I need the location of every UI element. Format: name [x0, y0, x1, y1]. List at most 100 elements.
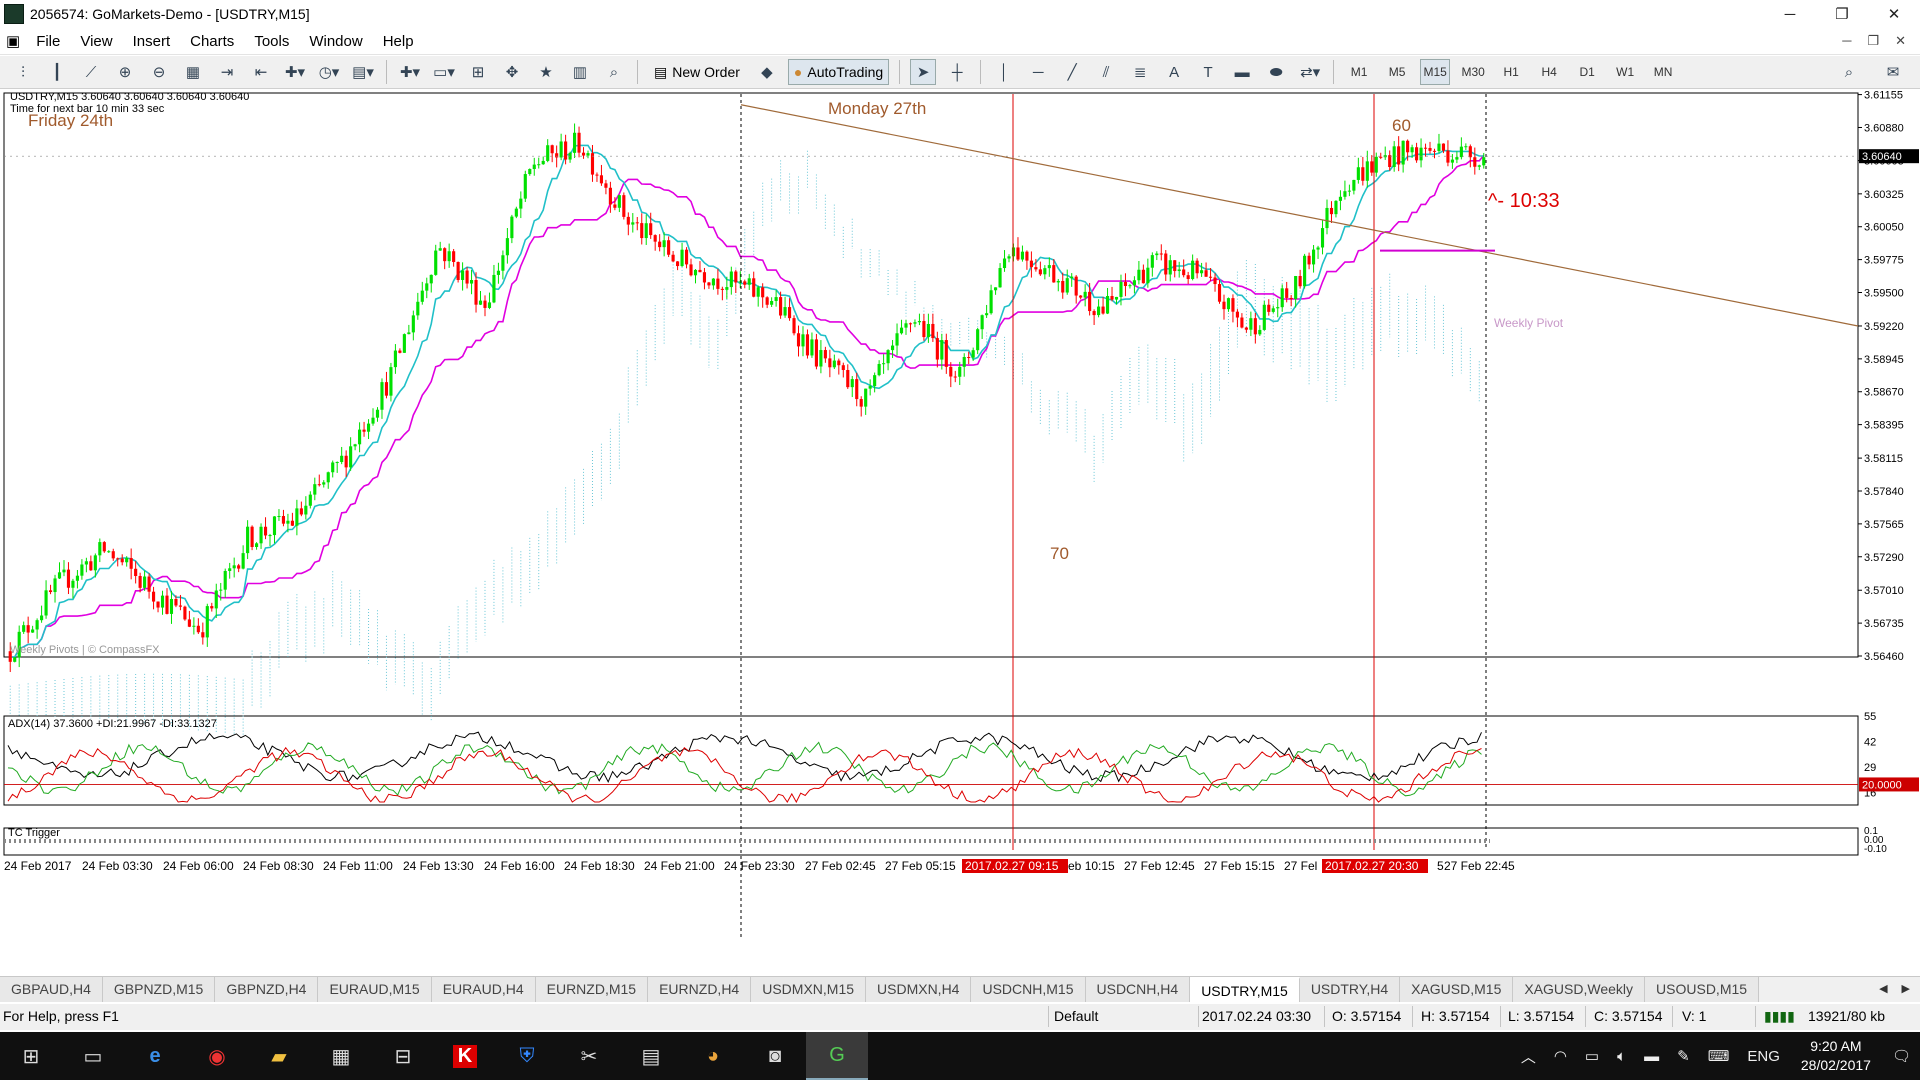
- autotrading-button[interactable]: ● AutoTrading: [787, 59, 890, 85]
- text-label-icon[interactable]: T: [1195, 59, 1221, 85]
- restore-button[interactable]: ❐: [1816, 0, 1868, 28]
- zoom-in-icon[interactable]: ⊕: [112, 59, 138, 85]
- chart-tab[interactable]: EURAUD,M15: [318, 977, 432, 1002]
- task-view-icon[interactable]: ▭: [62, 1032, 124, 1080]
- notifications-icon[interactable]: 🗨︎: [1883, 1047, 1920, 1065]
- text-icon[interactable]: A: [1161, 59, 1187, 85]
- timeframe-h1-button[interactable]: H1: [1496, 59, 1526, 85]
- shield-icon[interactable]: ⛨: [496, 1032, 558, 1080]
- chart-canvas[interactable]: 3.611553.608803.606033.603253.600503.597…: [0, 90, 1920, 950]
- clock[interactable]: 9:20 AM 28/02/2017: [1789, 1037, 1883, 1075]
- mdi-restore-icon[interactable]: ❐: [1867, 33, 1879, 49]
- chart-tab[interactable]: XAGUSD,M15: [1400, 977, 1514, 1002]
- zoom-out-icon[interactable]: ⊖: [146, 59, 172, 85]
- media-icon[interactable]: ▤: [620, 1032, 682, 1080]
- minimize-button[interactable]: ─: [1764, 0, 1816, 28]
- volume-icon[interactable]: 🔈︎: [1608, 1048, 1635, 1065]
- tab-left-icon[interactable]: ◀: [1879, 977, 1887, 1002]
- chart-tab[interactable]: USDTRY,H4: [1299, 977, 1401, 1002]
- close-button[interactable]: ✕: [1868, 0, 1920, 28]
- calculator-icon[interactable]: ▦: [310, 1032, 372, 1080]
- chart-tab[interactable]: XAGUSD,Weekly: [1513, 977, 1646, 1002]
- timeframe-m15-button[interactable]: M15: [1420, 59, 1451, 85]
- vertical-line-icon[interactable]: │: [991, 59, 1017, 85]
- battery-icon[interactable]: ▭: [1576, 1047, 1608, 1065]
- start-icon[interactable]: ⊞: [0, 1032, 62, 1080]
- doc-icon[interactable]: ▣: [0, 28, 26, 55]
- navigator-icon[interactable]: ★: [533, 59, 559, 85]
- periods-icon[interactable]: ◷▾: [316, 59, 342, 85]
- chart-tab[interactable]: EURNZD,M15: [535, 977, 649, 1002]
- network-icon[interactable]: ◠: [1545, 1047, 1576, 1065]
- camera-icon[interactable]: ◙: [744, 1032, 806, 1080]
- menu-charts[interactable]: Charts: [180, 28, 244, 55]
- candlestick-icon[interactable]: ┃: [44, 59, 70, 85]
- auto-scroll-icon[interactable]: ⇥: [214, 59, 240, 85]
- menu-tools[interactable]: Tools: [244, 28, 299, 55]
- chart-window[interactable]: 3.611553.608803.606033.603253.600503.597…: [0, 90, 1920, 950]
- new-order-button[interactable]: ▤ New Order: [648, 59, 746, 85]
- cursor-icon[interactable]: ➤: [910, 59, 937, 85]
- chart-tab[interactable]: USDMXN,H4: [866, 977, 972, 1002]
- snipping-icon[interactable]: ✂: [558, 1032, 620, 1080]
- chrome-icon[interactable]: ◕: [682, 1032, 744, 1080]
- chart-tab[interactable]: EURNZD,H4: [648, 977, 752, 1002]
- menu-insert[interactable]: Insert: [123, 28, 181, 55]
- chart-tab[interactable]: EURAUD,H4: [431, 977, 536, 1002]
- chart-tab[interactable]: USOUSD,M15: [1645, 977, 1760, 1002]
- menu-view[interactable]: View: [70, 28, 122, 55]
- profiles-icon[interactable]: ▭▾: [431, 59, 457, 85]
- chart-tab[interactable]: USDCNH,H4: [1085, 977, 1191, 1002]
- chart-tab[interactable]: GBPAUD,H4: [0, 977, 103, 1002]
- chart-shift-icon[interactable]: ⇤: [248, 59, 274, 85]
- file-explorer-icon[interactable]: ▰: [248, 1032, 310, 1080]
- metatrader-icon[interactable]: G: [806, 1032, 868, 1080]
- k-app-icon[interactable]: K: [434, 1032, 496, 1080]
- timeframe-d1-button[interactable]: D1: [1572, 59, 1602, 85]
- power-icon[interactable]: ▬: [1635, 1048, 1668, 1065]
- chevron-up-icon[interactable]: ︿: [1512, 1046, 1545, 1067]
- tile-windows-icon[interactable]: ▦: [180, 59, 206, 85]
- ellipse-icon[interactable]: ⬬: [1263, 59, 1289, 85]
- tab-right-icon[interactable]: ▶: [1902, 977, 1910, 1002]
- line-chart-icon[interactable]: ⟋: [78, 59, 104, 85]
- chat-icon[interactable]: ✉: [1880, 59, 1906, 85]
- store-icon[interactable]: ⊟: [372, 1032, 434, 1080]
- timeframe-m1-button[interactable]: M1: [1344, 59, 1374, 85]
- timeframe-h4-button[interactable]: H4: [1534, 59, 1564, 85]
- chart-tab[interactable]: USDMXN,M15: [751, 977, 867, 1002]
- menu-file[interactable]: File: [26, 28, 70, 55]
- chart-tab[interactable]: USDTRY,M15: [1190, 977, 1300, 1002]
- horizontal-line-icon[interactable]: ─: [1025, 59, 1051, 85]
- rectangle-icon[interactable]: ▬: [1229, 59, 1255, 85]
- chart-tab[interactable]: USDCNH,M15: [971, 977, 1086, 1002]
- menu-window[interactable]: Window: [299, 28, 372, 55]
- timeframe-m5-button[interactable]: M5: [1382, 59, 1412, 85]
- trendline-icon[interactable]: ╱: [1059, 59, 1085, 85]
- pen-icon[interactable]: ✎: [1668, 1047, 1699, 1065]
- new-chart-icon[interactable]: ✚▾: [397, 59, 423, 85]
- menu-help[interactable]: Help: [373, 28, 424, 55]
- chart-tab[interactable]: GBPNZD,H4: [215, 977, 319, 1002]
- timeframe-mn-button[interactable]: MN: [1648, 59, 1678, 85]
- keyboard-icon[interactable]: ⌨: [1699, 1047, 1739, 1065]
- market-watch-icon[interactable]: ⊞: [465, 59, 491, 85]
- channel-icon[interactable]: ⫽: [1093, 59, 1119, 85]
- timeframe-m30-button[interactable]: M30: [1458, 59, 1488, 85]
- edge-icon[interactable]: e: [124, 1032, 186, 1080]
- indicators-icon[interactable]: ✚▾: [282, 59, 308, 85]
- metaeditor-icon[interactable]: ◆: [754, 59, 780, 85]
- fibonacci-icon[interactable]: ≣: [1127, 59, 1153, 85]
- search-icon[interactable]: ⌕: [1836, 59, 1862, 85]
- mdi-minimize-icon[interactable]: ─: [1842, 33, 1851, 49]
- mdi-close-icon[interactable]: ✕: [1895, 33, 1906, 49]
- app-red-icon[interactable]: ◉: [186, 1032, 248, 1080]
- chart-tab[interactable]: GBPNZD,M15: [102, 977, 216, 1002]
- timeframe-w1-button[interactable]: W1: [1610, 59, 1640, 85]
- terminal-icon[interactable]: ▥: [567, 59, 593, 85]
- arrows-icon[interactable]: ⇄▾: [1297, 59, 1323, 85]
- data-window-icon[interactable]: ✥: [499, 59, 525, 85]
- strategy-tester-icon[interactable]: ⌕: [601, 59, 627, 85]
- bar-chart-icon[interactable]: ⫶: [10, 59, 36, 85]
- templates-icon[interactable]: ▤▾: [350, 59, 376, 85]
